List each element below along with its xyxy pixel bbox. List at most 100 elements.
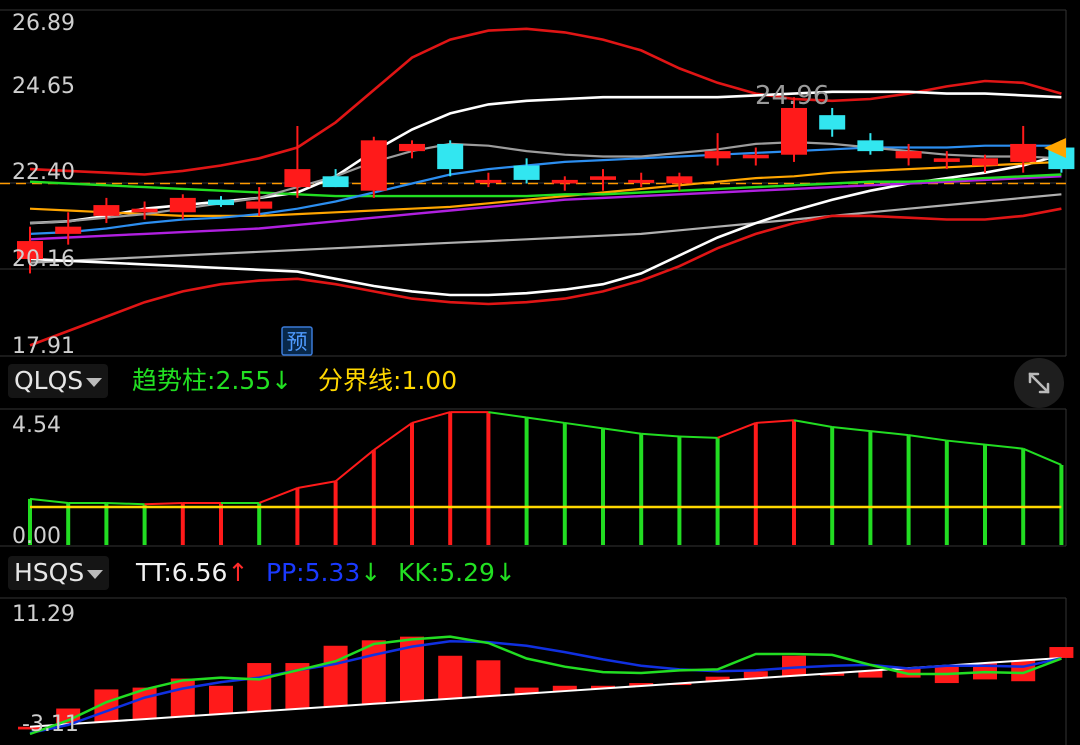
candle <box>513 165 540 180</box>
trend-bar-readout: 趋势柱:2.55↓ <box>132 364 292 398</box>
trend-bar-top-link <box>870 430 909 437</box>
candle <box>246 201 273 209</box>
tt-bar <box>476 660 501 697</box>
candle <box>857 140 884 152</box>
tt-bar <box>361 640 386 704</box>
tt-bar <box>170 678 195 717</box>
hsqs-header: HSQS TT:6.56↑ PP:5.33↓ KK:5.29↓ <box>0 550 1080 594</box>
candle <box>93 205 120 216</box>
candle <box>742 154 769 159</box>
boundary-line-readout: 分界线:1.00 <box>318 364 457 398</box>
chevron-down-icon <box>86 377 103 387</box>
candle <box>208 199 234 206</box>
trend-bar-top-link <box>832 426 871 433</box>
trend-bar-top-link <box>641 432 680 438</box>
trend-bar-top-link <box>602 427 642 435</box>
y-label-top-0: 26.89 <box>12 11 75 36</box>
trend-bar-top-link <box>334 449 375 483</box>
candle <box>1010 143 1037 162</box>
chevron-down-icon <box>87 569 104 579</box>
ma-line-white_lower <box>29 153 1062 297</box>
candle <box>666 176 693 184</box>
trend-bar-top-link <box>297 480 336 490</box>
candle <box>895 151 922 159</box>
trend-bar-top-link <box>755 419 795 424</box>
kk-label: KK: <box>398 558 440 587</box>
tt-arrow-icon: ↑ <box>227 558 249 587</box>
trend-bar-top-link <box>29 497 69 504</box>
candle <box>628 179 655 183</box>
qlqs-indicator-name: QLQS <box>14 366 84 395</box>
trend-bar-top-link <box>144 501 183 506</box>
y-label-bot-1: -3.11 <box>22 712 79 737</box>
candle <box>590 176 616 180</box>
main-chart-layers <box>0 27 1075 347</box>
tt-value: 6.56 <box>171 558 228 587</box>
trend-bars-layers <box>28 411 1064 545</box>
candle <box>322 176 349 188</box>
kk-readout: KK:5.29↓ <box>398 556 516 590</box>
pp-readout: PP:5.33↓ <box>266 556 381 590</box>
qlqs-header: QLQS 趋势柱:2.55↓ 分界线:1.00 <box>0 358 1080 402</box>
trend-bar-top-link <box>106 501 145 506</box>
trend-bar-top-link <box>526 416 565 424</box>
candle <box>55 226 82 234</box>
trend-bar-top-link <box>1022 447 1062 466</box>
trend-bar-top-link <box>373 422 413 451</box>
trend-bar-top-link <box>679 435 718 439</box>
tt-bar <box>247 663 272 712</box>
kk-arrow-icon: ↓ <box>494 558 516 587</box>
pre-badge[interactable]: 预 <box>281 326 313 356</box>
y-label-mid-0: 4.54 <box>12 413 61 438</box>
tt-bar <box>1049 647 1074 658</box>
boundary-line-value: 1.00 <box>401 366 458 395</box>
trend-bar-top-link <box>984 443 1024 450</box>
y-label-top-3: 20.16 <box>12 247 75 272</box>
trend-bar-top-link <box>488 411 527 419</box>
tt-bar <box>438 655 463 699</box>
candle <box>437 143 464 170</box>
candle <box>704 151 731 159</box>
trend-bar-top-link <box>564 421 604 430</box>
trend-bar-top-link <box>258 487 298 504</box>
trend-bar-top-link <box>908 434 947 442</box>
hsqs-indicator-name: HSQS <box>14 558 85 587</box>
pp-arrow-icon: ↓ <box>360 558 382 587</box>
candle <box>781 107 807 155</box>
candle <box>360 140 387 191</box>
trend-bar-value: 2.55 <box>215 366 272 395</box>
candle <box>551 179 578 184</box>
trend-bar-label: 趋势柱: <box>132 366 216 395</box>
candle <box>933 158 960 162</box>
price-tag: 24.96 <box>755 81 829 111</box>
expand-button[interactable] <box>1014 358 1064 408</box>
candle <box>131 208 158 213</box>
candle <box>169 197 196 213</box>
tt-bar <box>782 655 806 676</box>
tt-label: TT: <box>136 558 172 587</box>
tt-bar <box>209 685 233 714</box>
y-label-top-4: 17.91 <box>12 334 75 359</box>
ma-line-red_lower <box>29 207 1062 347</box>
candle <box>972 158 998 166</box>
pp-value: 5.33 <box>304 558 361 587</box>
pp-label: PP: <box>266 558 305 587</box>
y-label-top-1: 24.65 <box>12 74 75 99</box>
trend-bar-arrow-icon: ↓ <box>271 366 293 395</box>
tt-bar <box>323 645 348 707</box>
tt-readout: TT:6.56↑ <box>136 556 248 590</box>
candle <box>399 143 425 152</box>
kk-value: 5.29 <box>439 558 495 587</box>
y-label-bot-0: 11.29 <box>12 602 75 627</box>
hsqs-indicator-dropdown[interactable]: HSQS <box>8 556 110 590</box>
hsqs-layers <box>18 635 1074 736</box>
pre-badge-label: 预 <box>287 330 308 354</box>
candle <box>819 115 846 130</box>
qlqs-indicator-dropdown[interactable]: QLQS <box>8 364 109 398</box>
expand-icon <box>1028 372 1050 394</box>
boundary-line-label: 分界线: <box>318 366 402 395</box>
trend-bar-top-link <box>717 422 757 439</box>
candle <box>475 179 502 183</box>
trend-bar-top-link <box>411 411 451 424</box>
mid-panel-frame <box>0 408 1067 547</box>
